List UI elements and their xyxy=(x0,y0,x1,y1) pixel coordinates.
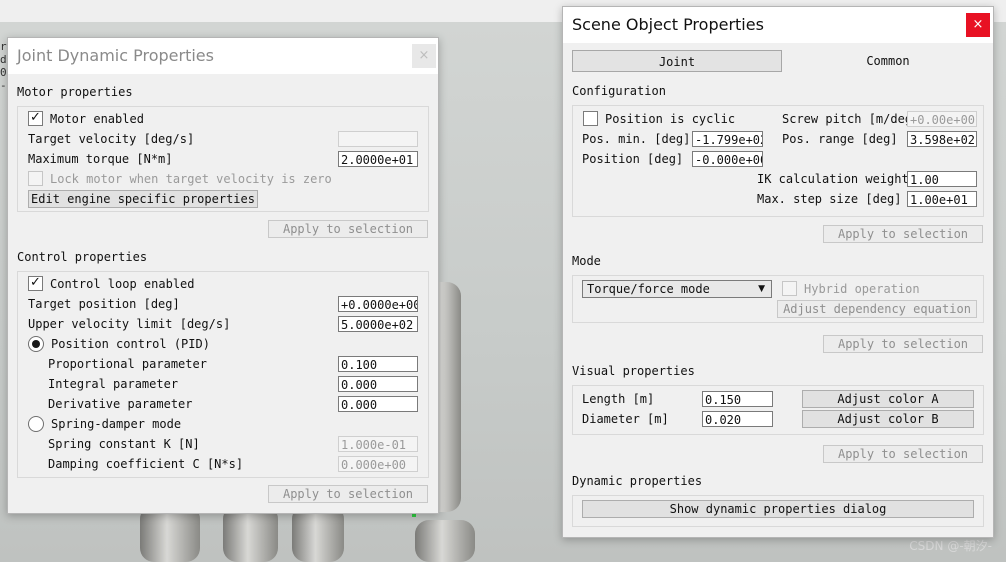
diameter-field[interactable]: 0.020 xyxy=(702,411,773,427)
position-field[interactable]: -0.000e+00 xyxy=(692,151,763,167)
apply-mode-button[interactable]: Apply to selection xyxy=(823,335,983,353)
robot-part-bottom xyxy=(415,520,475,562)
upper-velocity-label: Upper velocity limit [deg/s] xyxy=(28,317,231,331)
position-cyclic-checkbox[interactable] xyxy=(583,111,598,126)
adjust-color-b-button[interactable]: Adjust color B xyxy=(802,410,974,428)
position-cyclic-label: Position is cyclic xyxy=(605,112,736,126)
spring-damper-radio[interactable] xyxy=(28,416,44,432)
apply-visual-button[interactable]: Apply to selection xyxy=(823,445,983,463)
max-step-label: Max. step size [deg] xyxy=(757,192,902,206)
motor-properties-heading: Motor properties xyxy=(17,85,133,99)
mode-select[interactable]: Torque/force mode ▼ xyxy=(582,280,772,298)
damping-field[interactable]: 0.000e+00 xyxy=(338,456,418,472)
lock-motor-label: Lock motor when target velocity is zero xyxy=(50,172,332,186)
radio-selected-dot xyxy=(32,340,40,348)
hybrid-operation-checkbox[interactable] xyxy=(782,281,797,296)
joint-dialog-title: Joint Dynamic Properties xyxy=(17,46,214,65)
position-label: Position [deg] xyxy=(582,152,684,166)
length-field[interactable]: 0.150 xyxy=(702,391,773,407)
chevron-down-icon: ▼ xyxy=(758,284,765,294)
control-loop-label: Control loop enabled xyxy=(50,277,195,291)
damping-label: Damping coefficient C [N*s] xyxy=(48,457,244,471)
screw-pitch-field[interactable]: +0.00e+00 xyxy=(907,111,977,127)
target-position-field[interactable]: +0.0000e+00 xyxy=(338,296,418,312)
close-icon[interactable]: × xyxy=(412,44,436,68)
integral-field[interactable]: 0.000 xyxy=(338,376,418,392)
tab-common[interactable]: Common xyxy=(783,50,993,72)
tab-joint[interactable]: Joint xyxy=(572,50,782,72)
lock-motor-checkbox[interactable] xyxy=(28,171,43,186)
scene-object-properties-dialog: Scene Object Properties × Joint Common C… xyxy=(562,6,994,538)
control-properties-heading: Control properties xyxy=(17,250,148,264)
joint-dialog-titlebar[interactable]: Joint Dynamic Properties × xyxy=(8,38,438,74)
apply-motor-button[interactable]: Apply to selection xyxy=(268,220,428,238)
spring-constant-field[interactable]: 1.000e-01 xyxy=(338,436,418,452)
derivative-field[interactable]: 0.000 xyxy=(338,396,418,412)
visual-properties-heading: Visual properties xyxy=(572,364,695,378)
maximum-torque-label: Maximum torque [N*m] xyxy=(28,152,173,166)
proportional-field[interactable]: 0.100 xyxy=(338,356,418,372)
show-dynamic-properties-button[interactable]: Show dynamic properties dialog xyxy=(582,500,974,518)
pos-min-field[interactable]: -1.799e+02 xyxy=(692,131,763,147)
length-label: Length [m] xyxy=(582,392,655,406)
pos-range-field[interactable]: 3.598e+02 xyxy=(907,131,977,147)
target-velocity-label: Target velocity [deg/s] xyxy=(28,132,195,146)
control-loop-checkbox[interactable]: ✓ xyxy=(28,276,43,291)
motor-enabled-checkbox[interactable]: ✓ xyxy=(28,111,43,126)
diameter-label: Diameter [m] xyxy=(582,412,669,426)
close-icon[interactable]: × xyxy=(966,13,990,37)
ik-weight-field[interactable]: 1.00 xyxy=(907,171,977,187)
spring-damper-label: Spring-damper mode xyxy=(51,417,182,431)
apply-configuration-button[interactable]: Apply to selection xyxy=(823,225,983,243)
dynamic-properties-heading: Dynamic properties xyxy=(572,474,703,488)
upper-velocity-field[interactable]: 5.0000e+02 xyxy=(338,316,418,332)
pos-min-label: Pos. min. [deg] xyxy=(582,132,691,146)
position-control-radio[interactable] xyxy=(28,336,44,352)
hybrid-operation-label: Hybrid operation xyxy=(804,282,920,296)
maximum-torque-field[interactable]: 2.0000e+01 xyxy=(338,151,418,167)
mode-select-value: Torque/force mode xyxy=(587,282,710,296)
derivative-label: Derivative parameter xyxy=(48,397,193,411)
watermark: CSDN @-朝汐- xyxy=(909,539,992,553)
pos-range-label: Pos. range [deg] xyxy=(782,132,898,146)
spring-constant-label: Spring constant K [N] xyxy=(48,437,200,451)
ik-weight-label: IK calculation weight xyxy=(757,172,909,186)
mode-heading: Mode xyxy=(572,254,601,268)
target-position-label: Target position [deg] xyxy=(28,297,180,311)
max-step-field[interactable]: 1.00e+01 xyxy=(907,191,977,207)
scene-dialog-title: Scene Object Properties xyxy=(572,15,764,34)
scene-dialog-titlebar[interactable]: Scene Object Properties × xyxy=(563,7,993,43)
proportional-label: Proportional parameter xyxy=(48,357,207,371)
screw-pitch-label: Screw pitch [m/deg] xyxy=(782,112,908,126)
target-velocity-field[interactable] xyxy=(338,131,418,147)
position-control-label: Position control (PID) xyxy=(51,337,210,351)
edit-engine-properties-button[interactable]: Edit engine specific properties xyxy=(28,190,258,208)
apply-control-button[interactable]: Apply to selection xyxy=(268,485,428,503)
adjust-color-a-button[interactable]: Adjust color A xyxy=(802,390,974,408)
joint-dynamic-properties-dialog: Joint Dynamic Properties × Motor propert… xyxy=(7,37,439,514)
adjust-dependency-button[interactable]: Adjust dependency equation xyxy=(777,300,977,318)
motor-enabled-label: Motor enabled xyxy=(50,112,144,126)
configuration-heading: Configuration xyxy=(572,84,666,98)
integral-label: Integral parameter xyxy=(48,377,179,391)
